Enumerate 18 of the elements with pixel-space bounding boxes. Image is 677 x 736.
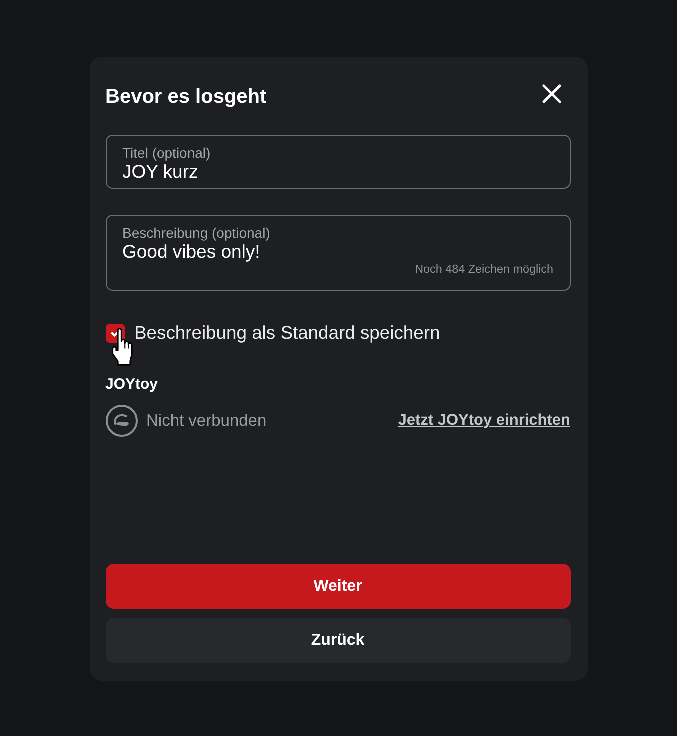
section-heading: JOYtoy [106, 375, 160, 395]
text-input[interactable]: JOY kurz [122, 161, 554, 183]
pointer-cursor-icon [112, 328, 132, 366]
back-button[interactable]: Zurück [106, 618, 570, 663]
continue-button[interactable]: Weiter [106, 564, 570, 609]
connection-status: Nicht verbunden [146, 410, 267, 432]
character-counter: Noch 484 Zeichen möglich [415, 263, 554, 277]
text-area-input[interactable]: Good vibes only! [122, 241, 554, 263]
close-button[interactable] [542, 84, 562, 104]
close-icon [542, 84, 562, 104]
dialog-title: Bevor es losgeht [106, 85, 267, 110]
text-area-field[interactable]: Beschreibung (optional) Good vibes only! Noch 484 Zeichen möglich [106, 215, 570, 291]
field-label: Titel (optional) [122, 145, 211, 161]
text-field[interactable]: Titel (optional) JOY kurz [106, 135, 570, 189]
toy-device-icon [106, 405, 138, 437]
setup-link[interactable]: Jetzt JOYtoy einrichten [398, 409, 570, 433]
field-label: Beschreibung (optional) [122, 225, 270, 241]
checkbox-label[interactable]: Beschreibung als Standard speichern [134, 323, 440, 343]
